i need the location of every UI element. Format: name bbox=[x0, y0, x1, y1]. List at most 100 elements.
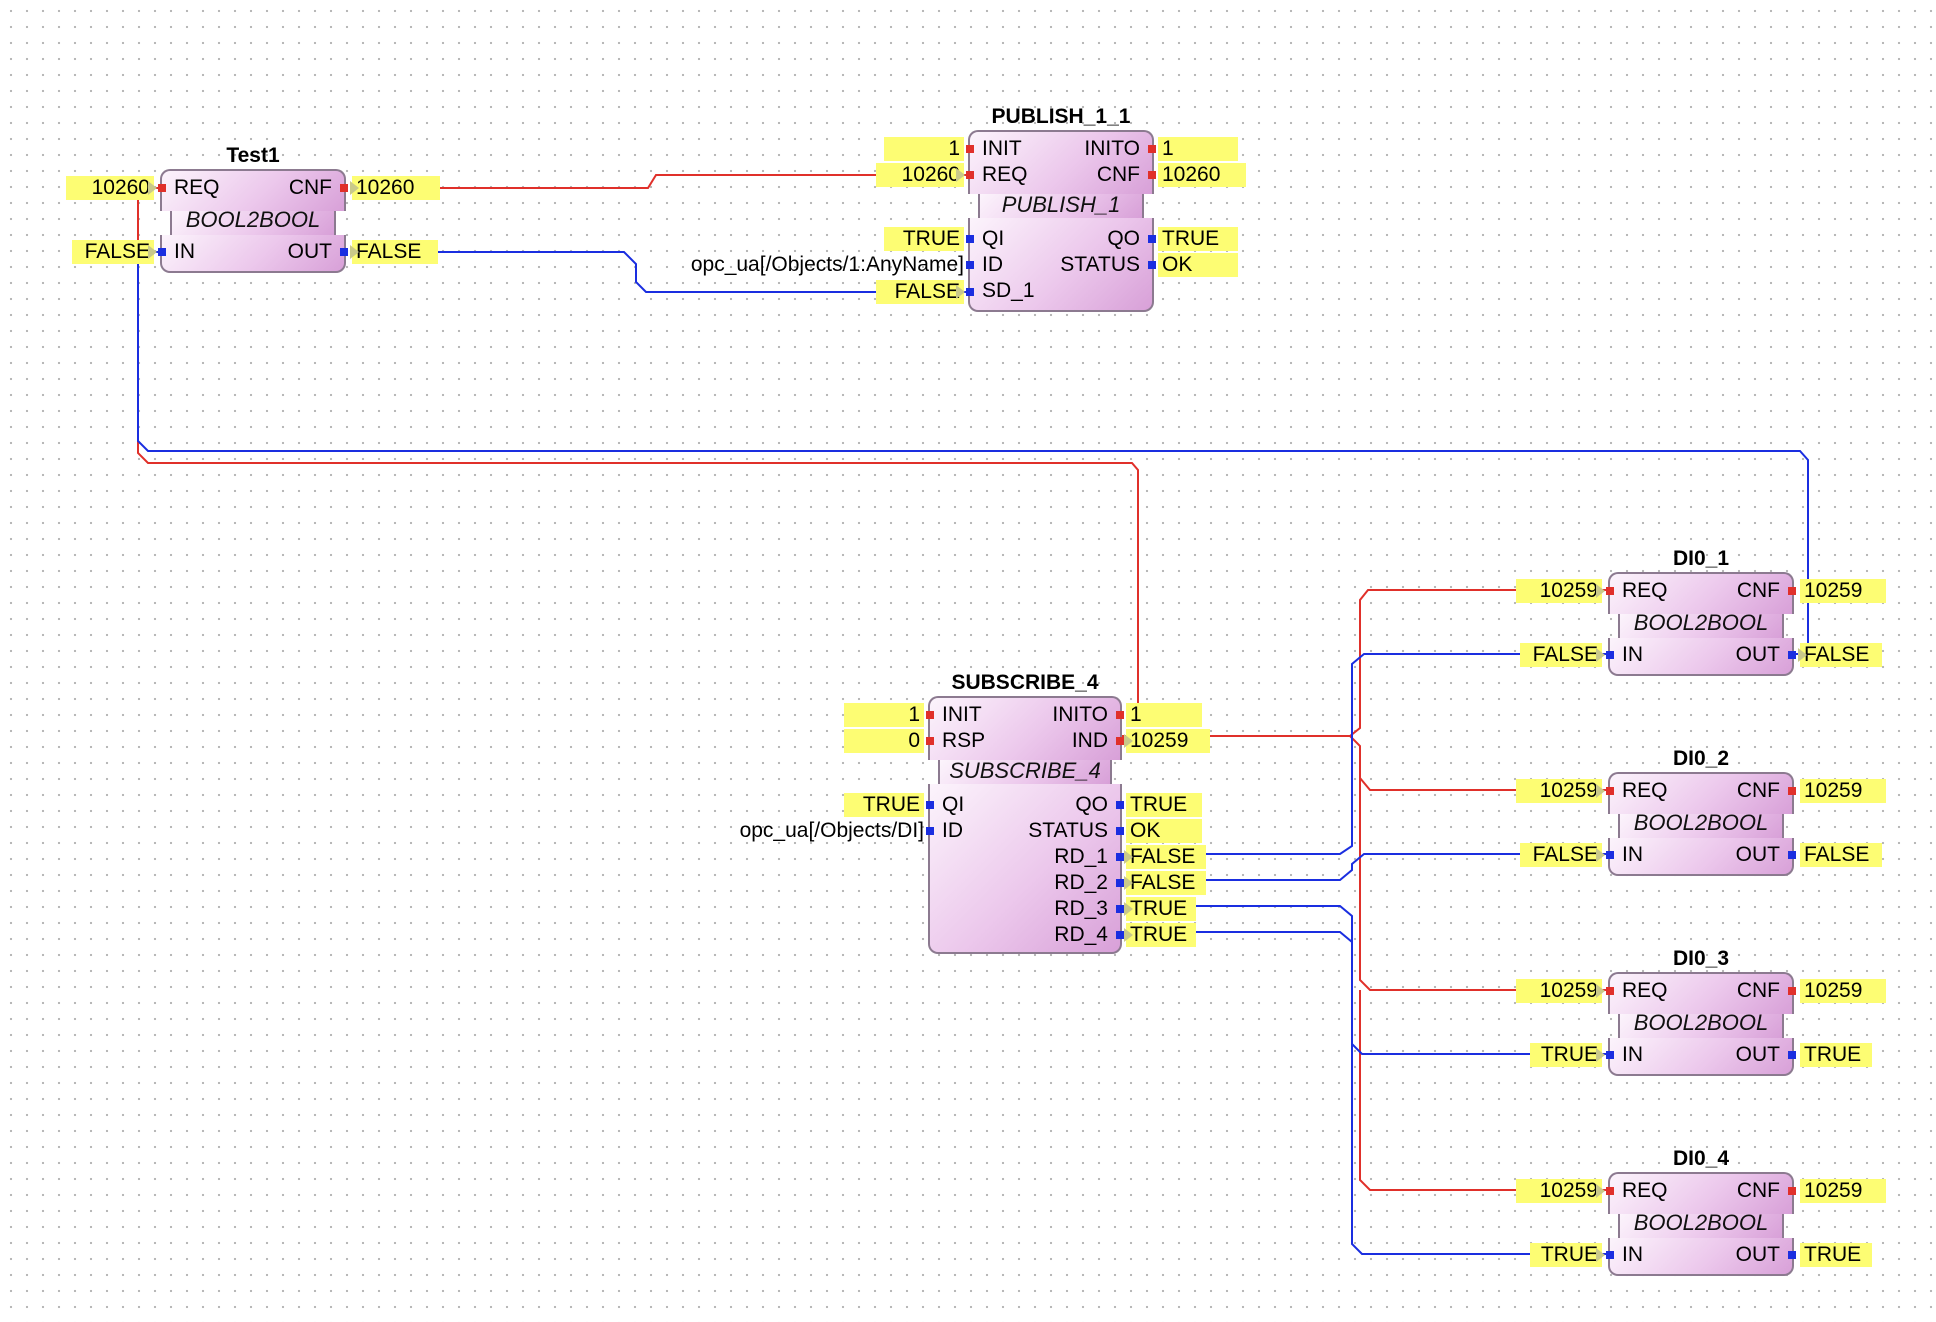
value-publish-req[interactable]: 10260 bbox=[876, 163, 964, 187]
port-publish-qi[interactable] bbox=[966, 235, 974, 243]
port-test1-out[interactable] bbox=[340, 248, 348, 256]
value-publish-qo[interactable]: TRUE bbox=[1158, 227, 1238, 251]
port-dio4-req[interactable] bbox=[1606, 1187, 1614, 1195]
value-publish-sd1[interactable]: FALSE bbox=[876, 280, 964, 304]
value-publish-status[interactable]: OK bbox=[1158, 253, 1238, 277]
port-publish-inito[interactable] bbox=[1148, 145, 1156, 153]
value-test1-req[interactable]: 10260 bbox=[66, 176, 154, 200]
value-subscribe-inito[interactable]: 1 bbox=[1126, 703, 1202, 727]
wire-subscribe-ind-to-dio4-req[interactable] bbox=[1359, 990, 1608, 1191]
pin-out[interactable]: OUT bbox=[1736, 842, 1780, 868]
pin-qi[interactable]: QI bbox=[982, 226, 1004, 252]
value-subscribe-rd3[interactable]: TRUE bbox=[1126, 897, 1196, 921]
pin-out[interactable]: OUT bbox=[1736, 642, 1780, 668]
port-publish-sd1[interactable] bbox=[966, 288, 974, 296]
port-dio4-cnf[interactable] bbox=[1788, 1187, 1796, 1195]
pin-out[interactable]: OUT bbox=[1736, 1042, 1780, 1068]
port-dio1-in[interactable] bbox=[1606, 651, 1614, 659]
diagram-canvas[interactable]: Test1 BOOL2BOOL REQ CNF IN OUT 10260 102… bbox=[0, 0, 1936, 1322]
port-test1-req[interactable] bbox=[158, 184, 166, 192]
port-subscribe-qi[interactable] bbox=[926, 801, 934, 809]
pin-in[interactable]: IN bbox=[1622, 642, 1643, 668]
pin-qo[interactable]: QO bbox=[1075, 792, 1108, 818]
pin-inito[interactable]: INITO bbox=[1052, 702, 1108, 728]
value-dio1-req[interactable]: 10259 bbox=[1516, 579, 1602, 603]
value-subscribe-status[interactable]: OK bbox=[1126, 819, 1202, 843]
value-subscribe-qi[interactable]: TRUE bbox=[844, 793, 924, 817]
pin-status[interactable]: STATUS bbox=[1060, 252, 1140, 278]
port-dio1-cnf[interactable] bbox=[1788, 587, 1796, 595]
port-subscribe-rsp[interactable] bbox=[926, 737, 934, 745]
value-subscribe-id[interactable]: opc_ua[/Objects/DI] bbox=[684, 819, 924, 843]
pin-cnf[interactable]: CNF bbox=[289, 175, 332, 201]
value-subscribe-rd1[interactable]: FALSE bbox=[1126, 845, 1206, 869]
value-subscribe-rsp[interactable]: 0 bbox=[844, 729, 924, 753]
pin-req[interactable]: REQ bbox=[1622, 1178, 1668, 1204]
function-block-test1[interactable]: Test1 BOOL2BOOL REQ CNF IN OUT bbox=[160, 145, 346, 273]
port-subscribe-rd3[interactable] bbox=[1116, 905, 1124, 913]
pin-id[interactable]: ID bbox=[942, 818, 963, 844]
value-dio2-out[interactable]: FALSE bbox=[1800, 843, 1882, 867]
pin-sd1[interactable]: SD_1 bbox=[982, 278, 1035, 304]
value-subscribe-rd4[interactable]: TRUE bbox=[1126, 923, 1196, 947]
pin-in[interactable]: IN bbox=[1622, 842, 1643, 868]
port-subscribe-rd2[interactable] bbox=[1116, 879, 1124, 887]
function-block-dio-3[interactable]: DI0_3 BOOL2BOOL REQ CNF IN OUT bbox=[1608, 948, 1794, 1076]
value-publish-inito[interactable]: 1 bbox=[1158, 137, 1238, 161]
port-test1-cnf[interactable] bbox=[340, 184, 348, 192]
value-dio4-req[interactable]: 10259 bbox=[1516, 1179, 1602, 1203]
value-dio1-cnf[interactable]: 10259 bbox=[1800, 579, 1886, 603]
pin-init[interactable]: INIT bbox=[982, 136, 1022, 162]
port-publish-init[interactable] bbox=[966, 145, 974, 153]
port-subscribe-ind[interactable] bbox=[1116, 737, 1124, 745]
pin-in[interactable]: IN bbox=[1622, 1042, 1643, 1068]
port-dio3-req[interactable] bbox=[1606, 987, 1614, 995]
value-test1-cnf[interactable]: 10260 bbox=[352, 176, 440, 200]
pin-id[interactable]: ID bbox=[982, 252, 1003, 278]
port-dio4-in[interactable] bbox=[1606, 1251, 1614, 1259]
port-publish-qo[interactable] bbox=[1148, 235, 1156, 243]
value-dio3-cnf[interactable]: 10259 bbox=[1800, 979, 1886, 1003]
value-subscribe-ind[interactable]: 10259 bbox=[1126, 729, 1210, 753]
pin-in[interactable]: IN bbox=[174, 239, 195, 265]
value-publish-cnf[interactable]: 10260 bbox=[1158, 163, 1246, 187]
port-publish-cnf[interactable] bbox=[1148, 171, 1156, 179]
pin-req[interactable]: REQ bbox=[1622, 778, 1668, 804]
port-dio3-out[interactable] bbox=[1788, 1051, 1796, 1059]
value-dio3-req[interactable]: 10259 bbox=[1516, 979, 1602, 1003]
port-publish-status[interactable] bbox=[1148, 261, 1156, 269]
pin-rsp[interactable]: RSP bbox=[942, 728, 985, 754]
pin-cnf[interactable]: CNF bbox=[1097, 162, 1140, 188]
port-dio2-req[interactable] bbox=[1606, 787, 1614, 795]
function-block-publish-1-1[interactable]: PUBLISH_1_1 PUBLISH_1 INIT INITO REQ CNF… bbox=[968, 106, 1154, 312]
port-subscribe-qo[interactable] bbox=[1116, 801, 1124, 809]
value-test1-out[interactable]: FALSE bbox=[352, 240, 438, 264]
pin-rd2[interactable]: RD_2 bbox=[1054, 870, 1108, 896]
value-publish-qi[interactable]: TRUE bbox=[884, 227, 964, 251]
value-dio1-in[interactable]: FALSE bbox=[1520, 643, 1602, 667]
port-subscribe-rd4[interactable] bbox=[1116, 931, 1124, 939]
port-dio1-out[interactable] bbox=[1788, 651, 1796, 659]
port-dio4-out[interactable] bbox=[1788, 1251, 1796, 1259]
pin-cnf[interactable]: CNF bbox=[1737, 578, 1780, 604]
pin-ind[interactable]: IND bbox=[1072, 728, 1108, 754]
pin-rd1[interactable]: RD_1 bbox=[1054, 844, 1108, 870]
pin-rd4[interactable]: RD_4 bbox=[1054, 922, 1108, 948]
port-subscribe-id[interactable] bbox=[926, 827, 934, 835]
value-publish-init[interactable]: 1 bbox=[884, 137, 964, 161]
value-dio4-cnf[interactable]: 10259 bbox=[1800, 1179, 1886, 1203]
port-publish-req[interactable] bbox=[966, 171, 974, 179]
value-subscribe-rd2[interactable]: FALSE bbox=[1126, 871, 1206, 895]
pin-out[interactable]: OUT bbox=[1736, 1242, 1780, 1268]
port-publish-id[interactable] bbox=[966, 261, 974, 269]
pin-qi[interactable]: QI bbox=[942, 792, 964, 818]
value-dio2-in[interactable]: FALSE bbox=[1520, 843, 1602, 867]
port-subscribe-status[interactable] bbox=[1116, 827, 1124, 835]
pin-req[interactable]: REQ bbox=[1622, 978, 1668, 1004]
pin-status[interactable]: STATUS bbox=[1028, 818, 1108, 844]
port-subscribe-inito[interactable] bbox=[1116, 711, 1124, 719]
value-dio2-req[interactable]: 10259 bbox=[1516, 779, 1602, 803]
port-dio3-cnf[interactable] bbox=[1788, 987, 1796, 995]
value-dio3-in[interactable]: TRUE bbox=[1530, 1043, 1602, 1067]
port-subscribe-init[interactable] bbox=[926, 711, 934, 719]
